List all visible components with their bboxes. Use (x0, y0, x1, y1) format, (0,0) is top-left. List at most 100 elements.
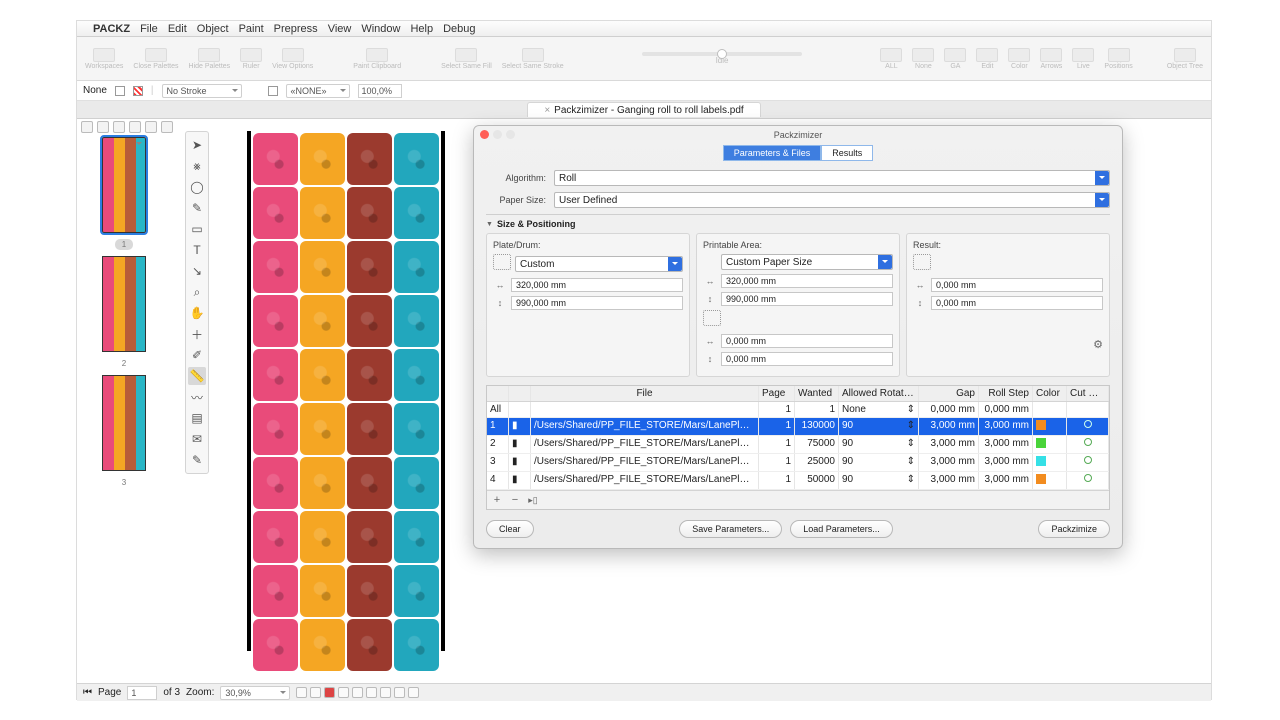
tb-ga[interactable]: GA (944, 48, 966, 70)
overprint-swatch[interactable] (268, 86, 278, 96)
tab-parameters[interactable]: Parameters & Files (723, 145, 822, 161)
tb-object-tree[interactable]: Object Tree (1167, 48, 1203, 70)
tool-crosshair[interactable]: ＋ (188, 325, 206, 343)
close-icon[interactable]: × (544, 105, 550, 116)
tb-hide-palettes[interactable]: Hide Palettes (189, 48, 231, 70)
col-step[interactable]: Roll Step (979, 386, 1033, 401)
col-color[interactable]: Color (1033, 386, 1067, 401)
panel-icon[interactable] (145, 121, 157, 133)
close-button[interactable] (480, 130, 489, 139)
margin-y[interactable]: 0,000 mm (721, 352, 893, 366)
status-icon[interactable] (296, 687, 307, 698)
menu-app[interactable]: PACKZ (93, 23, 130, 35)
tb-arrows[interactable]: Arrows (1040, 48, 1062, 70)
opacity-input[interactable]: 100,0% (358, 84, 402, 98)
printable-preset[interactable]: Custom Paper Size (721, 254, 893, 270)
nav-first-icon[interactable]: ⏮ (83, 687, 92, 698)
zoom-select[interactable]: 30,9% (220, 686, 290, 700)
tool-pen[interactable]: ✎ (188, 199, 206, 217)
save-params-button[interactable]: Save Parameters... (679, 520, 782, 538)
tool-text[interactable]: T (188, 241, 206, 259)
tool-measure[interactable]: 📏 (188, 367, 206, 385)
tb-ruler[interactable]: Ruler (240, 48, 262, 70)
tool-edit[interactable]: ✎ (188, 451, 206, 469)
status-icon[interactable] (352, 687, 363, 698)
plate-preset[interactable]: Custom (515, 256, 683, 272)
clear-button[interactable]: Clear (486, 520, 534, 538)
tb-paint-clipboard[interactable]: Paint Clipboard (353, 48, 401, 70)
menu-paint[interactable]: Paint (239, 23, 264, 35)
packzimize-button[interactable]: Packzimize (1038, 520, 1110, 538)
tb-none[interactable]: None (912, 48, 934, 70)
panel-icon[interactable] (113, 121, 125, 133)
col-rotation[interactable]: Allowed Rotation (839, 386, 919, 401)
tool-eyedropper[interactable]: ✐ (188, 346, 206, 364)
document-tab[interactable]: ×Packzimizer - Ganging roll to roll labe… (527, 102, 760, 117)
col-wanted[interactable]: Wanted (795, 386, 839, 401)
col-page[interactable]: Page (759, 386, 795, 401)
status-icon[interactable] (394, 687, 405, 698)
col-file[interactable]: File (531, 386, 759, 401)
tb-view-options[interactable]: View Options (272, 48, 313, 70)
menu-help[interactable]: Help (410, 23, 433, 35)
zoom-button[interactable] (506, 130, 515, 139)
status-icon[interactable] (380, 687, 391, 698)
load-params-button[interactable]: Load Parameters... (790, 520, 893, 538)
tool-brush[interactable]: 〰 (188, 388, 206, 406)
status-icon[interactable] (338, 687, 349, 698)
menu-edit[interactable]: Edit (168, 23, 187, 35)
panel-icon[interactable] (97, 121, 109, 133)
remove-button[interactable]: − (509, 494, 521, 506)
tb-select-stroke[interactable]: Select Same Stroke (502, 48, 564, 70)
overprint-select[interactable]: «NONE» (286, 84, 350, 98)
status-icon[interactable] (408, 687, 419, 698)
tool-lasso[interactable]: ◯ (188, 178, 206, 196)
canvas[interactable] (237, 125, 457, 663)
tool-note[interactable]: ▤ (188, 409, 206, 427)
table-row-all[interactable]: All 1 1 None ⇕ 0,000 mm 0,000 mm (487, 402, 1109, 418)
printable-width[interactable]: 320,000 mm (721, 274, 893, 288)
table-row[interactable]: 2▮/Users/Shared/PP_FILE_STORE/Mars/LaneP… (487, 436, 1109, 454)
margin-x[interactable]: 0,000 mm (721, 334, 893, 348)
printable-height[interactable]: 990,000 mm (721, 292, 893, 306)
table-row[interactable]: 1▮/Users/Shared/PP_FILE_STORE/Mars/LaneP… (487, 418, 1109, 436)
minimize-button[interactable] (493, 130, 502, 139)
tb-workspaces[interactable]: Workspaces (85, 48, 123, 70)
menu-file[interactable]: File (140, 23, 158, 35)
tb-select-fill[interactable]: Select Same Fill (441, 48, 492, 70)
menu-object[interactable]: Object (197, 23, 229, 35)
status-icon[interactable] (324, 687, 335, 698)
stepper-icon[interactable]: ▸▯ (527, 495, 539, 506)
col-cut[interactable]: Cut Path (1067, 386, 1109, 401)
tool-direct[interactable]: ⨳ (188, 157, 206, 175)
page-input[interactable]: 1 (127, 686, 157, 700)
tb-live[interactable]: Live (1072, 48, 1094, 70)
thumb-2[interactable] (102, 256, 146, 352)
tool-select[interactable]: ➤ (188, 136, 206, 154)
tool-path[interactable]: ↘ (188, 262, 206, 280)
tb-positions[interactable]: Positions (1104, 48, 1132, 70)
status-icon[interactable] (310, 687, 321, 698)
tool-comment[interactable]: ✉ (188, 430, 206, 448)
col-gap[interactable]: Gap (919, 386, 979, 401)
tb-edit[interactable]: Edit (976, 48, 998, 70)
paper-select[interactable]: User Defined (554, 192, 1110, 208)
tab-results[interactable]: Results (821, 145, 873, 161)
panel-icon[interactable] (161, 121, 173, 133)
tb-color[interactable]: Color (1008, 48, 1030, 70)
tool-hand[interactable]: ✋ (188, 304, 206, 322)
panel-icon[interactable] (81, 121, 93, 133)
table-row[interactable]: 3▮/Users/Shared/PP_FILE_STORE/Mars/LaneP… (487, 454, 1109, 472)
table-row[interactable]: 4▮/Users/Shared/PP_FILE_STORE/Mars/LaneP… (487, 472, 1109, 490)
add-button[interactable]: + (491, 494, 503, 506)
status-icon[interactable] (366, 687, 377, 698)
menu-window[interactable]: Window (361, 23, 400, 35)
thumb-3[interactable] (102, 375, 146, 471)
menu-view[interactable]: View (328, 23, 352, 35)
tb-all[interactable]: ALL (880, 48, 902, 70)
tool-rect[interactable]: ▭ (188, 220, 206, 238)
tool-zoom[interactable]: ⌕ (188, 283, 206, 301)
thumb-1[interactable] (102, 137, 146, 233)
panel-icon[interactable] (129, 121, 141, 133)
stroke-select[interactable]: No Stroke (162, 84, 242, 98)
